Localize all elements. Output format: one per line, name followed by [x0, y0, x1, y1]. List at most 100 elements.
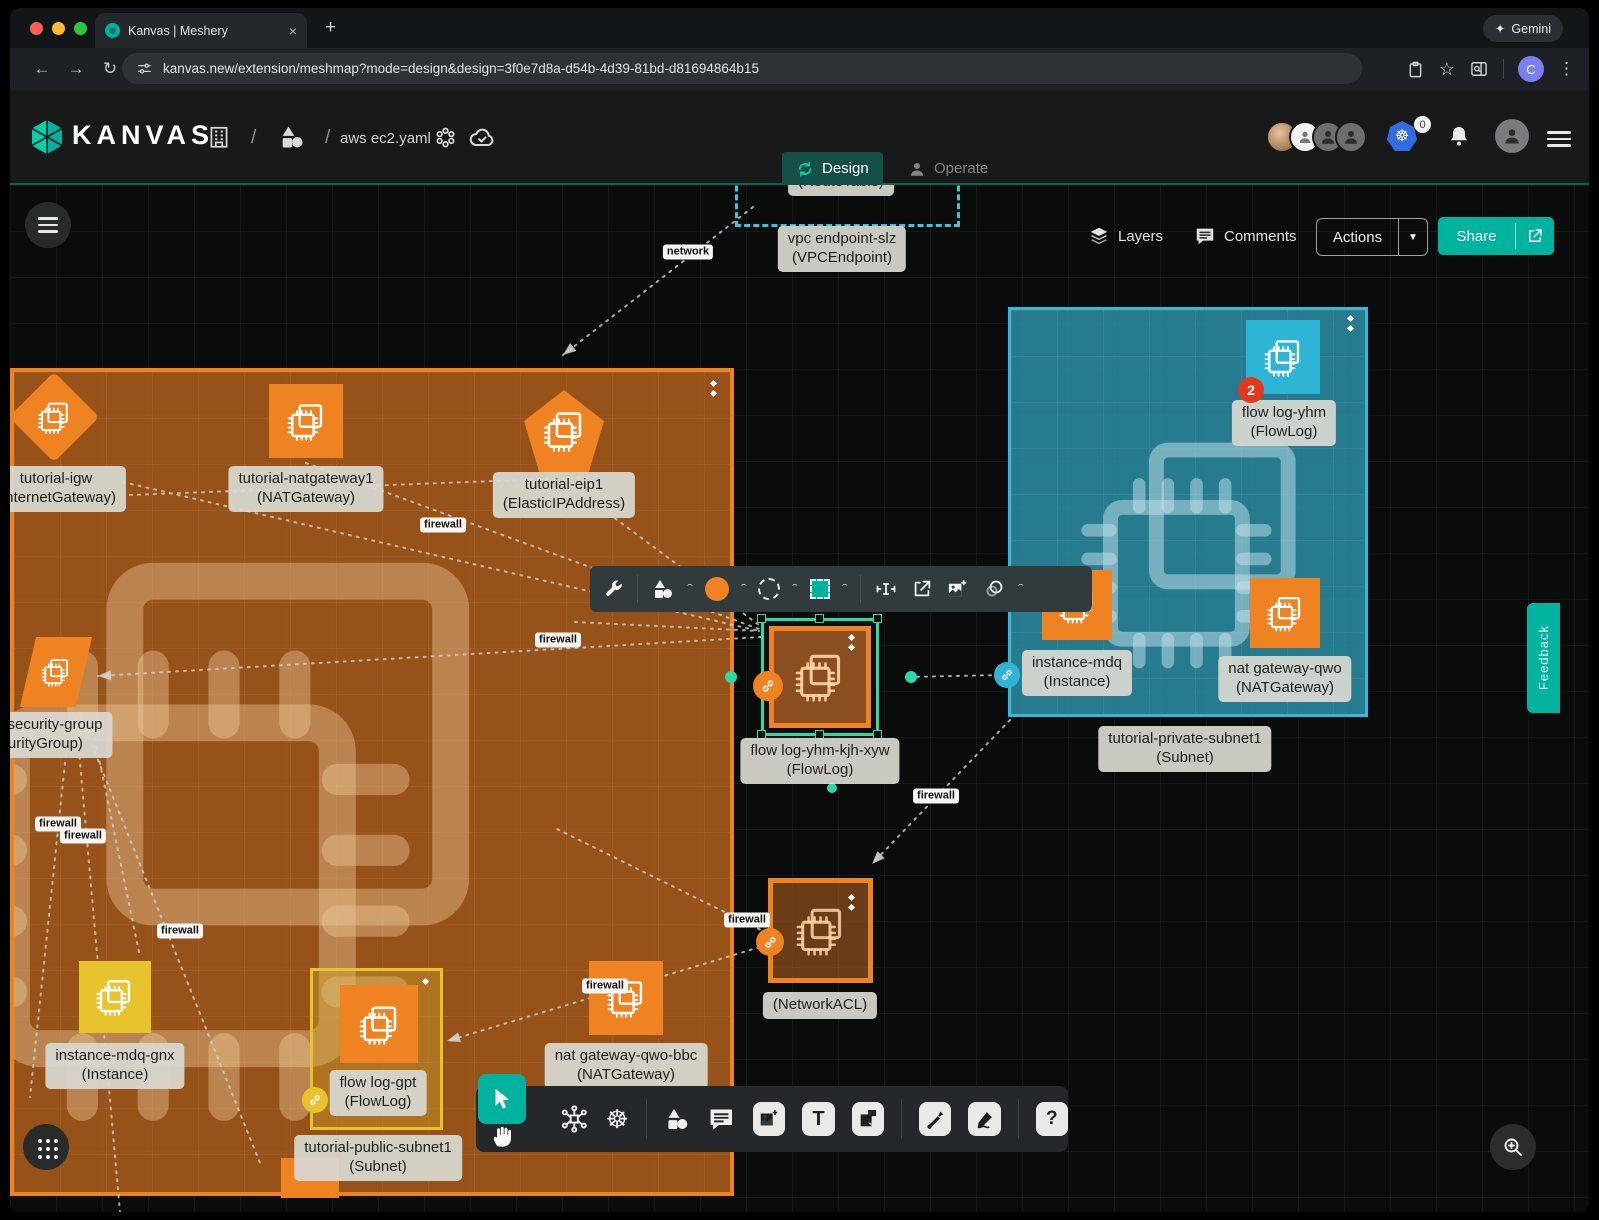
node-label-flow-log-yhm-kjh-xyw[interactable]: flow log-yhm-kjh-xyw(FlowLog) [740, 738, 899, 784]
edge-label-firewall[interactable]: firewall [582, 979, 628, 994]
zoom-button[interactable] [1490, 1124, 1536, 1170]
node-label-instance-mdq[interactable]: instance-mdq(Instance) [1022, 650, 1132, 696]
edge-label-firewall[interactable]: firewall [60, 829, 106, 844]
shapes-picker-icon[interactable] [651, 577, 675, 601]
actions-button[interactable]: Actions ▼ [1316, 218, 1428, 256]
node-label-tutorial-security-group[interactable]: tutorial-security-group(SecurityGroup) [10, 712, 113, 758]
new-tab-button[interactable]: + [325, 17, 336, 39]
chevron-up-icon[interactable]: ˆ [741, 583, 747, 595]
rename-text-width-icon[interactable] [874, 577, 898, 601]
workspace-shapes-icon[interactable] [278, 123, 306, 151]
node-label-nat-gateway-qwo[interactable]: nat gateway-qwo(NATGateway) [1218, 656, 1351, 702]
border-style-picker[interactable] [758, 578, 780, 600]
node-flow-log-yhm-kjh-xyw-icon[interactable] [769, 626, 871, 728]
edge-label-firewall[interactable]: firewall [535, 633, 581, 648]
node-tutorial-natgateway1-icon[interactable] [269, 384, 343, 458]
selection-handle[interactable] [873, 614, 882, 623]
networkacl-link-badge[interactable] [756, 928, 784, 956]
node-label-networkacl[interactable]: (NetworkACL) [763, 992, 877, 1019]
tools-wrench-icon[interactable] [602, 578, 624, 600]
group-circles-icon[interactable] [982, 577, 1006, 601]
mode-tab-operate[interactable]: Operate [894, 152, 1002, 185]
node-label-tutorial-public-subnet1[interactable]: tutorial-public-subnet1(Subnet) [294, 1135, 462, 1181]
widgets-grid-button[interactable] [23, 1124, 69, 1170]
selection-handle[interactable] [757, 614, 766, 623]
node-label-flow-log-yhm[interactable]: flow log-yhm(FlowLog) [1232, 400, 1336, 446]
chevron-up-icon[interactable]: ˆ [792, 583, 798, 595]
node-flow-log-gpt-icon[interactable] [340, 985, 418, 1063]
node-label-instance-mdq-gnx[interactable]: instance-mdq-gnx(Instance) [45, 1043, 184, 1089]
pen-tool-button[interactable] [919, 1102, 951, 1136]
kanvas-logo[interactable] [28, 118, 66, 156]
site-settings-icon[interactable] [136, 60, 153, 77]
shapes-tool-icon[interactable] [664, 1105, 691, 1133]
side-panel-search-icon[interactable] [1469, 59, 1489, 79]
node-label-vpc-endpoint[interactable]: vpc endpoint-slz(VPCEndpoint) [778, 226, 906, 272]
edge-connector-dot[interactable] [905, 671, 917, 683]
open-external-icon[interactable] [911, 578, 933, 600]
node-label-tutorial-eip1[interactable]: tutorial-eip1(ElasticIPAddress) [493, 472, 635, 518]
node-instance-mdq-gnx-icon[interactable] [79, 961, 151, 1033]
design-canvas[interactable]: (RouteTable) vpc endpoint-slz(VPCEndpoin… [10, 185, 1589, 1212]
image-tool-button[interactable] [753, 1102, 785, 1136]
mode-tab-design[interactable]: Design [782, 152, 883, 185]
edge-label-firewall[interactable]: firewall [724, 913, 770, 928]
chevron-up-icon[interactable]: ˆ [1018, 583, 1024, 595]
save-page-icon[interactable] [1406, 60, 1425, 79]
browser-menu-icon[interactable]: ⋮ [1558, 59, 1575, 79]
node-label-nat-gateway-qwo-bbc[interactable]: nat gateway-qwo-bbc(NATGateway) [545, 1043, 708, 1089]
component-circuit-tool-icon[interactable] [560, 1104, 589, 1134]
close-window-button[interactable] [30, 22, 43, 35]
edge-label-firewall[interactable]: firewall [157, 924, 203, 939]
comments-button[interactable]: Comments [1194, 225, 1297, 247]
flow-log-link-badge[interactable] [753, 671, 783, 701]
add-image-icon[interactable] [946, 578, 969, 601]
gemini-button[interactable]: ✦ Gemini [1483, 15, 1563, 42]
edge-label-firewall[interactable]: firewall [913, 789, 959, 804]
collaborator-avatars[interactable] [1275, 121, 1367, 153]
design-file-name[interactable]: aws ec2.yaml [340, 130, 431, 147]
border-color-swatch[interactable] [810, 579, 830, 599]
canvas-menu-button[interactable] [25, 202, 71, 248]
select-tool-button[interactable] [478, 1074, 526, 1124]
browser-tab[interactable]: Kanvas | Meshery × [95, 13, 307, 48]
layers-button[interactable]: Layers [1088, 225, 1163, 247]
maximize-window-button[interactable] [74, 22, 87, 35]
share-link-icon[interactable] [1526, 227, 1544, 245]
note-tool-button[interactable] [852, 1102, 884, 1136]
text-tool-button[interactable]: T [802, 1102, 834, 1136]
collaborator-avatar[interactable] [1335, 121, 1367, 153]
pan-hand-tool-button[interactable] [489, 1123, 516, 1155]
url-text[interactable]: kanvas.new/extension/meshmap?mode=design… [163, 61, 759, 76]
organization-icon[interactable] [206, 124, 232, 150]
private-subnet-link-badge[interactable] [994, 662, 1020, 688]
chevron-up-icon[interactable]: ˆ [842, 583, 848, 595]
actions-caret-icon[interactable]: ▼ [1399, 232, 1427, 243]
edge-connector-dot[interactable] [725, 671, 737, 683]
node-nat-gateway-qwo-bbc-icon[interactable] [589, 961, 663, 1035]
back-icon[interactable]: ← [26, 59, 58, 79]
forward-icon[interactable]: → [60, 59, 92, 79]
node-label-tutorial-private-subnet1[interactable]: tutorial-private-subnet1(Subnet) [1098, 726, 1271, 772]
tab-close-icon[interactable]: × [289, 23, 297, 39]
extensions-flower-icon[interactable] [434, 126, 457, 149]
node-label-routetable[interactable]: (RouteTable) [788, 185, 894, 196]
share-button[interactable]: Share [1438, 217, 1554, 255]
cloud-sync-icon[interactable] [468, 124, 496, 152]
edge-connector-dot[interactable] [827, 783, 837, 793]
flow-log-yhm-count-badge[interactable]: 2 [1238, 377, 1264, 403]
fill-color-swatch[interactable] [705, 577, 729, 601]
node-nat-gateway-qwo-icon[interactable] [1250, 578, 1320, 648]
node-label-tutorial-natgateway1[interactable]: tutorial-natgateway1(NATGateway) [228, 466, 383, 512]
node-label-tutorial-igw[interactable]: tutorial-igw(InternetGateway) [10, 466, 126, 512]
flow-log-gpt-link-badge[interactable] [302, 1087, 328, 1113]
kubernetes-context-icon[interactable]: ☸ [1387, 121, 1417, 151]
minimize-window-button[interactable] [52, 22, 65, 35]
comment-tool-icon[interactable] [707, 1104, 736, 1134]
selection-handle[interactable] [815, 614, 824, 623]
node-label-flow-log-gpt[interactable]: flow log-gpt(FlowLog) [330, 1070, 427, 1116]
notifications-bell-icon[interactable] [1447, 124, 1471, 148]
edge-label-network[interactable]: network [663, 245, 713, 260]
bookmark-star-icon[interactable]: ☆ [1439, 59, 1455, 80]
node-networkacl-icon[interactable] [768, 878, 873, 983]
